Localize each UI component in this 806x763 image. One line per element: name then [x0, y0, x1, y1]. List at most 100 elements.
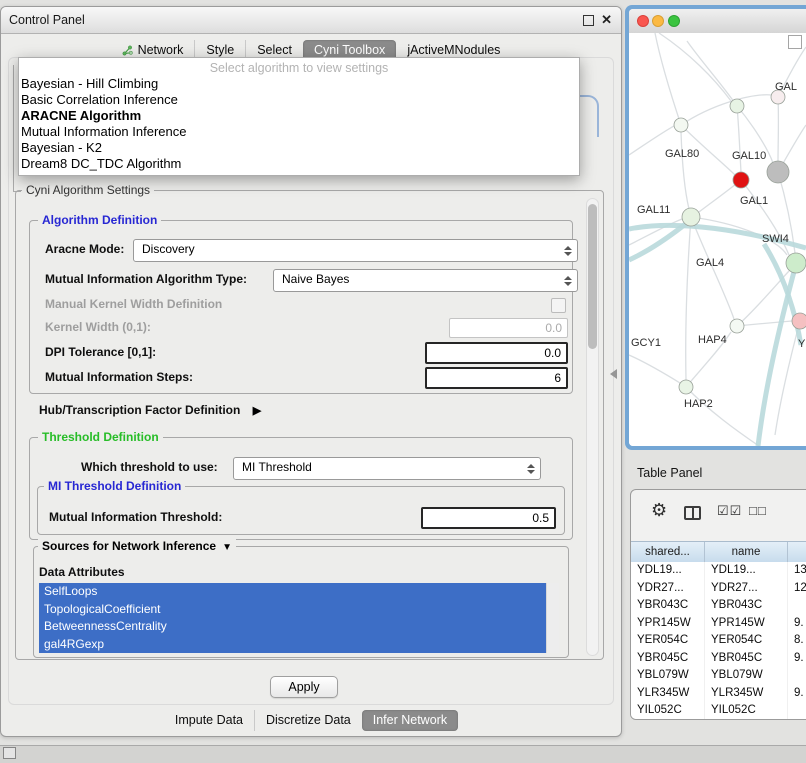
algorithm-option-dream8-dc-tdc-algorithm[interactable]: Dream8 DC_TDC Algorithm	[19, 156, 579, 172]
bottom-tab-discretize-data[interactable]: Discretize Data	[254, 710, 362, 731]
node-label: Y	[798, 338, 806, 350]
close-window-icon[interactable]: ✕	[601, 12, 612, 28]
attributes-list-scrollbar[interactable]	[546, 583, 559, 653]
network-node[interactable]	[767, 161, 789, 183]
table-row[interactable]: YPR145WYPR145W9.	[631, 615, 806, 633]
columns-icon[interactable]	[684, 506, 701, 520]
close-traffic-light-icon[interactable]	[637, 15, 649, 27]
algorithm-option-bayesian-k2[interactable]: Bayesian - K2	[19, 140, 579, 156]
network-window-titlebar[interactable]	[629, 9, 806, 34]
algorithm-option-aracne-algorithm[interactable]: ARACNE Algorithm	[19, 108, 579, 124]
network-edge	[687, 41, 737, 106]
tab-label: Discretize Data	[266, 710, 351, 731]
table-cell: YER054C	[631, 632, 705, 650]
network-edge-highlighted	[758, 264, 796, 446]
table-cell: 12	[788, 580, 806, 598]
control-panel-titlebar[interactable]: Control Panel ✕	[1, 7, 621, 34]
sources-group-title[interactable]: Sources for Network Inference▼	[38, 539, 236, 553]
bottom-tab-impute-data[interactable]: Impute Data	[164, 710, 254, 731]
data-attribute-item[interactable]: SelfLoops	[39, 583, 546, 601]
collapse-down-icon[interactable]: ▼	[222, 542, 232, 553]
expand-right-icon[interactable]: ▶	[253, 405, 261, 417]
settings-scrollbar-thumb[interactable]	[588, 204, 597, 349]
mi-threshold-field[interactable]: 0.5	[421, 507, 556, 529]
float-window-icon[interactable]	[583, 15, 594, 26]
node-label: GAL11	[637, 204, 670, 216]
mi-algorithm-type-select[interactable]: Naive Bayes	[273, 269, 578, 292]
node-label: GAL	[775, 81, 797, 93]
table-row[interactable]: YDL19...YDL19...13	[631, 562, 806, 580]
aracne-mode-label: Aracne Mode:	[45, 239, 124, 260]
stepper-icon[interactable]	[564, 276, 572, 286]
table-panel-window: ⚙ ☑☑ □□ shared...name YDL19...YDL19...13…	[630, 489, 806, 720]
table-row[interactable]: YLR345WYLR345W9.	[631, 685, 806, 703]
table-cell: YBL079W	[631, 667, 705, 685]
column-header[interactable]: shared...	[631, 542, 705, 563]
column-header[interactable]	[788, 542, 806, 563]
table-cell: YDR27...	[631, 580, 705, 598]
network-node[interactable]	[792, 313, 806, 329]
table-cell: YLR345W	[631, 685, 705, 703]
network-node[interactable]	[682, 208, 700, 226]
bottom-tab-bar: Impute Data Discretize Data Infer Network	[1, 709, 621, 732]
apply-button[interactable]: Apply	[270, 676, 338, 698]
gear-icon[interactable]: ⚙	[651, 500, 667, 521]
table-row[interactable]: YBR045CYBR045C9.	[631, 650, 806, 668]
aracne-mode-select[interactable]: Discovery	[133, 239, 578, 262]
stepper-icon[interactable]	[564, 246, 572, 256]
mi-threshold-definition-title: MI Threshold Definition	[44, 479, 185, 493]
dpi-tolerance-field[interactable]: 0.0	[425, 342, 568, 364]
data-attributes-label: Data Attributes	[39, 563, 125, 581]
network-graph[interactable]: GALGAL80GAL10GAL11GAL1SWI4GAL4GCY1HAP4HA…	[629, 33, 806, 446]
table-cell: YBR045C	[631, 650, 705, 668]
dpi-tolerance-label: DPI Tolerance [0,1]:	[45, 342, 156, 363]
network-node[interactable]	[730, 99, 744, 113]
algorithm-option-mutual-information-inference[interactable]: Mutual Information Inference	[19, 124, 579, 140]
network-node[interactable]	[733, 172, 749, 188]
kernel-width-label: Kernel Width (0,1):	[45, 317, 151, 338]
table-row[interactable]: YER054CYER054C8.	[631, 632, 806, 650]
table-row[interactable]: YDR27...YDR27...12	[631, 580, 806, 598]
network-node[interactable]	[786, 253, 806, 273]
mi-algorithm-type-label: Mutual Information Algorithm Type:	[45, 269, 247, 290]
network-node[interactable]	[730, 319, 744, 333]
column-header[interactable]: name	[705, 542, 788, 563]
network-canvas[interactable]: GALGAL80GAL10GAL11GAL1SWI4GAL4GCY1HAP4HA…	[629, 33, 806, 446]
table-cell: YPR145W	[631, 615, 705, 633]
data-attribute-item[interactable]: TopologicalCoefficient	[39, 601, 546, 619]
which-threshold-select[interactable]: MI Threshold	[233, 457, 541, 480]
network-icon	[122, 45, 133, 56]
table-row[interactable]: YBR043CYBR043C	[631, 597, 806, 615]
network-edge	[686, 387, 759, 446]
network-node[interactable]	[674, 118, 688, 132]
minimized-window-icon[interactable]	[3, 747, 16, 759]
bottom-tab-infer-network[interactable]: Infer Network	[362, 710, 458, 731]
table-cell: YDL19...	[705, 562, 788, 580]
algorithm-option-bayesian-hill-climbing[interactable]: Bayesian - Hill Climbing	[19, 76, 579, 92]
table-row[interactable]: YIL052CYIL052C	[631, 702, 806, 720]
table-row[interactable]: YBL079WYBL079W	[631, 667, 806, 685]
data-attribute-item[interactable]: gal4RGexp	[39, 636, 546, 654]
window-title: Control Panel	[9, 13, 85, 27]
node-label: GAL10	[732, 150, 766, 162]
table-cell: YIL052C	[705, 702, 788, 720]
minimize-traffic-light-icon[interactable]	[652, 15, 664, 27]
mi-steps-label: Mutual Information Steps:	[45, 367, 193, 388]
data-attributes-list[interactable]: SelfLoopsTopologicalCoefficientBetweenne…	[39, 583, 559, 653]
algorithm-option-basic-correlation-inference[interactable]: Basic Correlation Inference	[19, 92, 579, 108]
data-attribute-item[interactable]: BetweennessCentrality	[39, 618, 546, 636]
zoom-traffic-light-icon[interactable]	[668, 15, 680, 27]
deselect-all-columns-icon[interactable]: □□	[749, 503, 767, 518]
stepper-icon[interactable]	[527, 464, 535, 474]
select-all-columns-icon[interactable]: ☑☑	[717, 503, 742, 519]
table-cell: 8.	[788, 632, 806, 650]
panel-splitter-handle[interactable]	[610, 369, 617, 379]
network-node[interactable]	[679, 380, 693, 394]
table-cell: YER054C	[705, 632, 788, 650]
canvas-scroll-corner	[788, 35, 802, 49]
algorithm-dropdown-placeholder: Select algorithm to view settings	[19, 60, 579, 76]
network-edge	[629, 355, 680, 383]
hub-definition-toggle[interactable]: Hub/Transcription Factor Definition ▶	[39, 400, 261, 421]
mi-steps-field[interactable]: 6	[425, 367, 568, 389]
table-header: shared...name	[631, 541, 806, 564]
